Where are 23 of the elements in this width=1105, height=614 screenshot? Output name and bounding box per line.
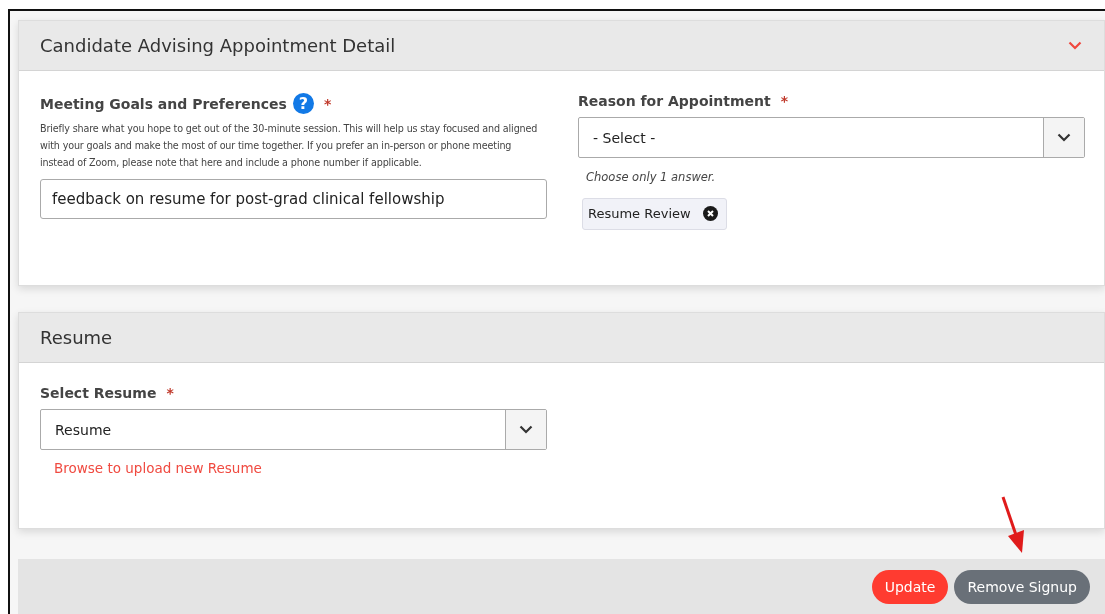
- section-title: Candidate Advising Appointment Detail: [40, 35, 396, 56]
- help-icon[interactable]: ?: [292, 93, 314, 114]
- section-header[interactable]: Candidate Advising Appointment Detail: [19, 21, 1104, 71]
- chevron-down-icon: [1057, 133, 1071, 142]
- section-title: Resume: [40, 327, 113, 348]
- field-hint: Choose only 1 answer.: [586, 170, 717, 184]
- collapse-chevron-icon: [1068, 41, 1082, 50]
- field-label: Meeting Goals and Preferences: [40, 95, 287, 112]
- required-mark: *: [166, 385, 174, 401]
- field-label: Select Resume: [40, 385, 157, 401]
- selected-tag: Resume Review: [582, 198, 727, 230]
- resume-dropdown[interactable]: Resume: [40, 409, 547, 450]
- required-mark: *: [780, 93, 789, 109]
- goals-input-field[interactable]: feedback on resume for post-grad clinical fellowship: [40, 179, 547, 219]
- field-description: Briefly share what you hope to get out of the 30-minute session. This will help us stay focused and aligned with your goals and make the most of our time together. If you prefer an in-person or phone meeting instead of Zoom, please note that here and include a phone number if applicable.: [40, 122, 539, 170]
- upload-link[interactable]: Browse to upload new Resume: [54, 460, 262, 476]
- required-mark: *: [323, 95, 332, 112]
- chevron-down-icon: [519, 425, 533, 434]
- reason-dropdown[interactable]: - Select -: [578, 117, 1085, 158]
- field-label: Reason for Appointment: [578, 93, 771, 109]
- remove-icon[interactable]: [702, 206, 718, 221]
- remove-signup-button[interactable]: Remove Signup: [954, 570, 1090, 604]
- update-button[interactable]: Update: [871, 570, 949, 604]
